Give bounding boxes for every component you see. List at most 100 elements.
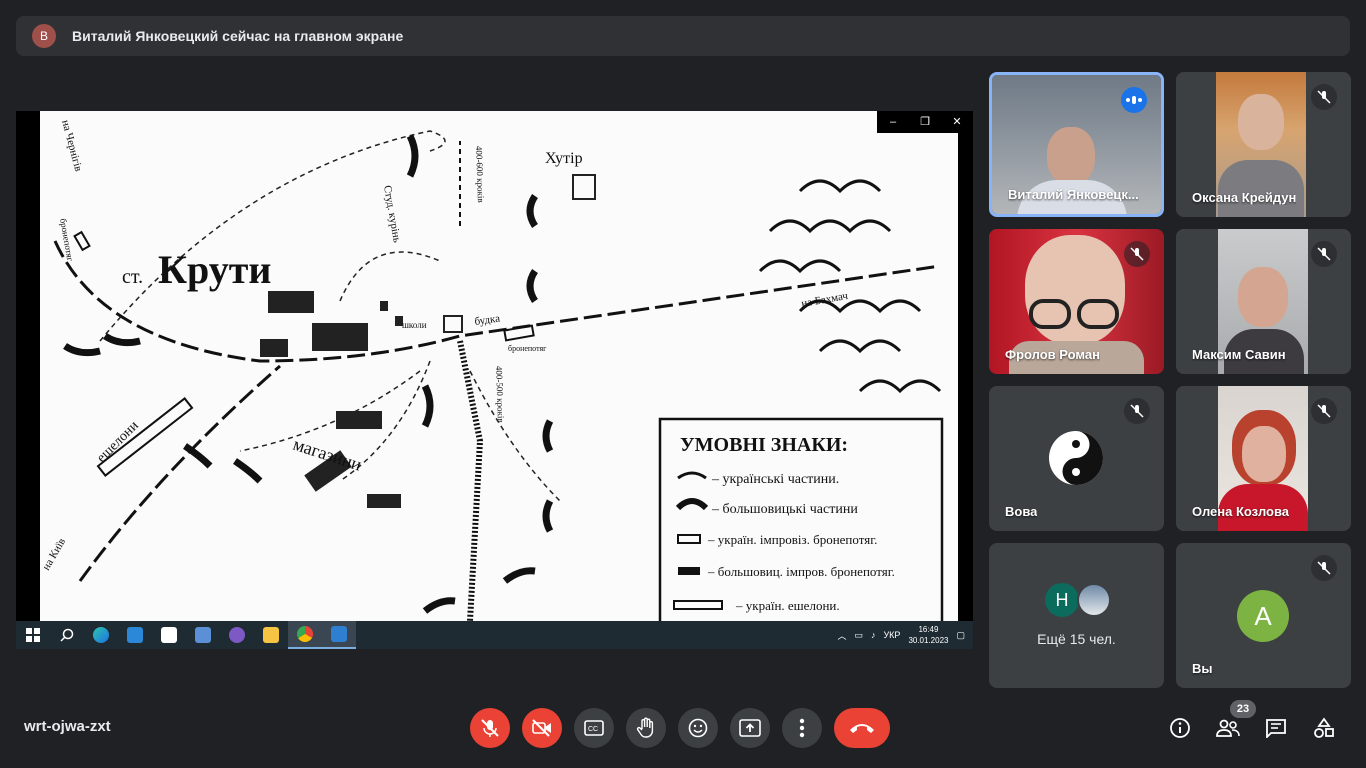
label-na-kyiv: на Київ: [40, 536, 68, 572]
leave-call-button[interactable]: [834, 708, 890, 748]
chrome-icon[interactable]: [288, 621, 322, 649]
present-icon: [739, 719, 761, 737]
mic-toggle-button[interactable]: [470, 708, 510, 748]
more-avatar-photo: [1077, 583, 1111, 617]
system-tray: ︿ ▭ ♪ УКР 16:49 30.01.2023 ▢: [837, 621, 965, 649]
participant-name: Вова: [1005, 504, 1038, 519]
activities-button[interactable]: [1308, 712, 1340, 744]
label-na-bakhmach: на Бахмач: [800, 290, 849, 310]
clock[interactable]: 16:49 30.01.2023: [908, 624, 948, 646]
minimize-icon[interactable]: –: [877, 111, 909, 133]
label-bronepotiah-right: бронепотяг: [508, 344, 547, 353]
speaking-indicator-icon: [1121, 87, 1147, 113]
more-participants-label: Ещё 15 чел.: [1037, 631, 1116, 647]
notification-icon[interactable]: ▢: [956, 630, 965, 641]
participant-name: Фролов Роман: [1005, 347, 1100, 362]
label-na-chernihiv: на Чернігів: [59, 119, 84, 173]
participant-tile-1[interactable]: Виталий Янковецк...: [989, 72, 1164, 217]
more-vert-icon: [799, 718, 805, 738]
legend-item-2: – большовицькі частини: [711, 502, 858, 517]
label-budka: будка: [474, 313, 501, 328]
chat-icon: [1266, 719, 1286, 738]
search-icon[interactable]: [50, 621, 84, 649]
label-eshelony: ешелони: [94, 418, 142, 466]
mic-off-icon: [1311, 84, 1337, 110]
info-icon: [1170, 718, 1190, 738]
label-studkurin: Студ. курінь: [381, 184, 403, 243]
kruty-battle-map: ст. Крути Хутір будка школи на Бахмач на…: [40, 119, 944, 621]
hang-up-icon: [850, 724, 874, 733]
media-app-icon[interactable]: [322, 621, 356, 649]
participant-tile-5[interactable]: Вова: [989, 386, 1164, 531]
clock-time: 16:49: [918, 625, 939, 634]
emoji-icon: [688, 718, 708, 738]
label-shkoly: школи: [402, 320, 427, 330]
raise-hand-button[interactable]: [626, 708, 666, 748]
mic-off-icon: [481, 719, 499, 737]
participant-name: Оксана Крейдун: [1192, 190, 1297, 205]
more-options-button[interactable]: [782, 708, 822, 748]
people-icon: [1216, 719, 1240, 737]
self-label: Вы: [1192, 661, 1213, 676]
participant-count-badge: 23: [1230, 700, 1256, 718]
reactions-button[interactable]: [678, 708, 718, 748]
label-khutir: Хутір: [545, 150, 583, 167]
screen-edge: [958, 111, 973, 621]
shared-screen[interactable]: ст. Крути Хутір будка школи на Бахмач на…: [16, 111, 973, 649]
chevron-up-icon[interactable]: ︿: [837, 629, 846, 642]
volume-icon[interactable]: ♪: [871, 630, 876, 640]
participant-name: Виталий Янковецк...: [1008, 187, 1139, 202]
meeting-code: wrt-ojwa-zxt: [24, 718, 111, 735]
mail-icon[interactable]: [118, 621, 152, 649]
network-icon[interactable]: ▭: [854, 630, 863, 641]
mic-off-icon: [1124, 241, 1150, 267]
present-screen-button[interactable]: [730, 708, 770, 748]
captions-button[interactable]: CC: [574, 708, 614, 748]
window-controls: – ❐ ✕: [877, 111, 973, 133]
participant-name: Максим Савин: [1192, 347, 1286, 362]
windows-start-icon[interactable]: [16, 621, 50, 649]
chat-button[interactable]: [1260, 712, 1292, 744]
mic-off-icon: [1311, 241, 1337, 267]
mic-off-icon: [1311, 555, 1337, 581]
participant-name: Олена Козлова: [1192, 504, 1290, 519]
app-icon[interactable]: [186, 621, 220, 649]
activities-icon: [1314, 717, 1334, 738]
camera-off-icon: [532, 719, 551, 737]
more-avatar: Н: [1045, 583, 1079, 617]
mic-off-icon: [1311, 398, 1337, 424]
participant-tile-4[interactable]: Максим Савин: [1176, 229, 1351, 374]
legend-item-4: – большовиц. імпров. бронепотяг.: [707, 564, 895, 579]
self-avatar: А: [1237, 590, 1289, 642]
self-tile[interactable]: А Вы: [1176, 543, 1351, 688]
edge-browser-icon[interactable]: [84, 621, 118, 649]
meeting-details-button[interactable]: [1164, 712, 1196, 744]
maximize-icon[interactable]: ❐: [909, 111, 941, 133]
file-explorer-icon[interactable]: [254, 621, 288, 649]
legend-item-1: – українські частини.: [711, 472, 839, 487]
store-icon[interactable]: [152, 621, 186, 649]
participant-tile-6[interactable]: Олена Козлова: [1176, 386, 1351, 531]
language-indicator[interactable]: УКР: [883, 630, 900, 640]
legend-item-3: – україн. імпровіз. бронепотяг.: [707, 532, 877, 547]
windows-taskbar: ︿ ▭ ♪ УКР 16:49 30.01.2023 ▢: [16, 621, 973, 649]
participant-tile-3[interactable]: Фролов Роман: [989, 229, 1164, 374]
participant-tile-2[interactable]: Оксана Крейдун: [1176, 72, 1351, 217]
clock-date: 30.01.2023: [908, 636, 949, 645]
presenting-banner: В Виталий Янковецкий сейчас на главном э…: [16, 16, 1350, 56]
mic-off-icon: [1124, 398, 1150, 424]
camera-toggle-button[interactable]: [522, 708, 562, 748]
svg-text:CC: CC: [588, 726, 598, 733]
label-distance-1: 400-600 кроків: [474, 146, 486, 203]
more-participants-tile[interactable]: Н Ещё 15 чел.: [989, 543, 1164, 688]
label-distance-2: 400-500 кроків: [494, 366, 506, 423]
close-icon[interactable]: ✕: [941, 111, 973, 133]
map-image: ст. Крути Хутір будка школи на Бахмач на…: [40, 111, 958, 621]
presenter-avatar: В: [32, 24, 56, 48]
label-bronepotiah-left: бронепотяг: [58, 218, 75, 263]
captions-icon: CC: [584, 720, 604, 736]
label-station: ст.: [122, 266, 143, 288]
presenting-text: Виталий Янковецкий сейчас на главном экр…: [72, 28, 404, 44]
hand-icon: [636, 717, 654, 738]
viber-icon[interactable]: [220, 621, 254, 649]
